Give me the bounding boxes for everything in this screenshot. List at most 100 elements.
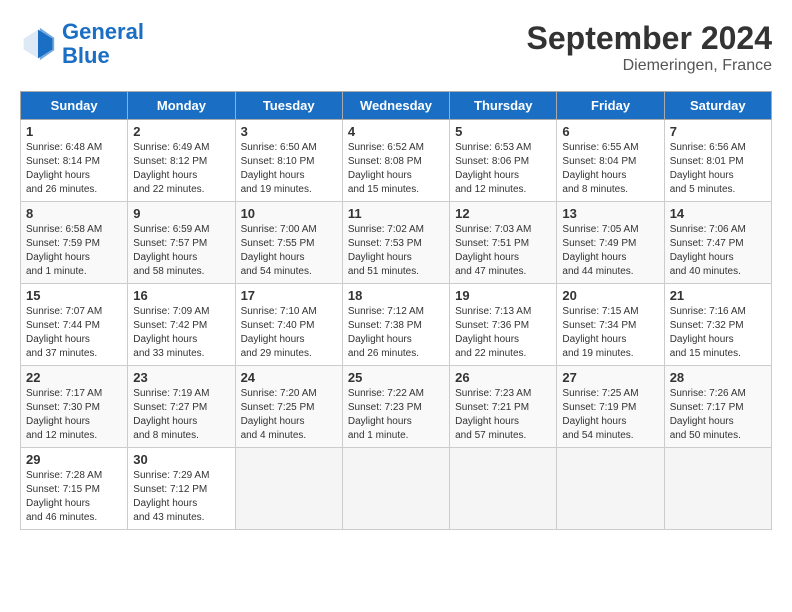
calendar-row: 29 Sunrise: 7:28 AMSunset: 7:15 PMDaylig… — [21, 448, 772, 530]
header-thursday: Thursday — [450, 92, 557, 120]
table-row: 15 Sunrise: 7:07 AMSunset: 7:44 PMDaylig… — [21, 284, 128, 366]
table-row: 21 Sunrise: 7:16 AMSunset: 7:32 PMDaylig… — [664, 284, 771, 366]
day-number: 18 — [348, 288, 444, 303]
table-row: 30 Sunrise: 7:29 AMSunset: 7:12 PMDaylig… — [128, 448, 235, 530]
table-row — [450, 448, 557, 530]
day-info: Sunrise: 7:22 AMSunset: 7:23 PMDaylight … — [348, 387, 444, 443]
table-row: 2 Sunrise: 6:49 AMSunset: 8:12 PMDayligh… — [128, 120, 235, 202]
day-info: Sunrise: 7:17 AMSunset: 7:30 PMDaylight … — [26, 387, 122, 443]
day-info: Sunrise: 7:12 AMSunset: 7:38 PMDaylight … — [348, 305, 444, 361]
day-number: 24 — [241, 370, 337, 385]
table-row: 4 Sunrise: 6:52 AMSunset: 8:08 PMDayligh… — [342, 120, 449, 202]
table-row: 19 Sunrise: 7:13 AMSunset: 7:36 PMDaylig… — [450, 284, 557, 366]
day-number: 1 — [26, 124, 122, 139]
table-row — [557, 448, 664, 530]
header-monday: Monday — [128, 92, 235, 120]
day-info: Sunrise: 6:58 AMSunset: 7:59 PMDaylight … — [26, 223, 122, 279]
table-row: 10 Sunrise: 7:00 AMSunset: 7:55 PMDaylig… — [235, 202, 342, 284]
calendar-table: Sunday Monday Tuesday Wednesday Thursday… — [20, 91, 772, 530]
day-info: Sunrise: 6:49 AMSunset: 8:12 PMDaylight … — [133, 141, 229, 197]
table-row: 29 Sunrise: 7:28 AMSunset: 7:15 PMDaylig… — [21, 448, 128, 530]
day-number: 27 — [562, 370, 658, 385]
table-row: 26 Sunrise: 7:23 AMSunset: 7:21 PMDaylig… — [450, 366, 557, 448]
table-row: 3 Sunrise: 6:50 AMSunset: 8:10 PMDayligh… — [235, 120, 342, 202]
day-number: 25 — [348, 370, 444, 385]
day-info: Sunrise: 6:56 AMSunset: 8:01 PMDaylight … — [670, 141, 766, 197]
day-info: Sunrise: 7:03 AMSunset: 7:51 PMDaylight … — [455, 223, 551, 279]
day-info: Sunrise: 7:02 AMSunset: 7:53 PMDaylight … — [348, 223, 444, 279]
table-row: 8 Sunrise: 6:58 AMSunset: 7:59 PMDayligh… — [21, 202, 128, 284]
table-row: 24 Sunrise: 7:20 AMSunset: 7:25 PMDaylig… — [235, 366, 342, 448]
day-info: Sunrise: 7:05 AMSunset: 7:49 PMDaylight … — [562, 223, 658, 279]
calendar-row: 22 Sunrise: 7:17 AMSunset: 7:30 PMDaylig… — [21, 366, 772, 448]
day-info: Sunrise: 6:53 AMSunset: 8:06 PMDaylight … — [455, 141, 551, 197]
day-info: Sunrise: 7:13 AMSunset: 7:36 PMDaylight … — [455, 305, 551, 361]
day-info: Sunrise: 7:15 AMSunset: 7:34 PMDaylight … — [562, 305, 658, 361]
day-number: 9 — [133, 206, 229, 221]
day-number: 12 — [455, 206, 551, 221]
day-number: 6 — [562, 124, 658, 139]
day-number: 28 — [670, 370, 766, 385]
table-row: 28 Sunrise: 7:26 AMSunset: 7:17 PMDaylig… — [664, 366, 771, 448]
day-info: Sunrise: 7:23 AMSunset: 7:21 PMDaylight … — [455, 387, 551, 443]
day-number: 22 — [26, 370, 122, 385]
weekday-header-row: Sunday Monday Tuesday Wednesday Thursday… — [21, 92, 772, 120]
table-row: 17 Sunrise: 7:10 AMSunset: 7:40 PMDaylig… — [235, 284, 342, 366]
day-info: Sunrise: 7:06 AMSunset: 7:47 PMDaylight … — [670, 223, 766, 279]
table-row: 14 Sunrise: 7:06 AMSunset: 7:47 PMDaylig… — [664, 202, 771, 284]
table-row — [235, 448, 342, 530]
calendar-row: 1 Sunrise: 6:48 AMSunset: 8:14 PMDayligh… — [21, 120, 772, 202]
header-wednesday: Wednesday — [342, 92, 449, 120]
day-info: Sunrise: 7:16 AMSunset: 7:32 PMDaylight … — [670, 305, 766, 361]
page-subtitle: Diemeringen, France — [527, 57, 772, 75]
day-info: Sunrise: 7:00 AMSunset: 7:55 PMDaylight … — [241, 223, 337, 279]
table-row: 16 Sunrise: 7:09 AMSunset: 7:42 PMDaylig… — [128, 284, 235, 366]
day-number: 4 — [348, 124, 444, 139]
day-info: Sunrise: 6:48 AMSunset: 8:14 PMDaylight … — [26, 141, 122, 197]
table-row: 12 Sunrise: 7:03 AMSunset: 7:51 PMDaylig… — [450, 202, 557, 284]
table-row: 11 Sunrise: 7:02 AMSunset: 7:53 PMDaylig… — [342, 202, 449, 284]
day-number: 23 — [133, 370, 229, 385]
day-info: Sunrise: 7:19 AMSunset: 7:27 PMDaylight … — [133, 387, 229, 443]
day-info: Sunrise: 6:50 AMSunset: 8:10 PMDaylight … — [241, 141, 337, 197]
day-info: Sunrise: 7:25 AMSunset: 7:19 PMDaylight … — [562, 387, 658, 443]
table-row: 6 Sunrise: 6:55 AMSunset: 8:04 PMDayligh… — [557, 120, 664, 202]
day-number: 3 — [241, 124, 337, 139]
day-number: 19 — [455, 288, 551, 303]
day-info: Sunrise: 7:28 AMSunset: 7:15 PMDaylight … — [26, 469, 122, 525]
day-info: Sunrise: 6:59 AMSunset: 7:57 PMDaylight … — [133, 223, 229, 279]
day-number: 2 — [133, 124, 229, 139]
table-row: 25 Sunrise: 7:22 AMSunset: 7:23 PMDaylig… — [342, 366, 449, 448]
logo-general: General — [62, 19, 144, 44]
table-row: 7 Sunrise: 6:56 AMSunset: 8:01 PMDayligh… — [664, 120, 771, 202]
day-number: 15 — [26, 288, 122, 303]
calendar-row: 8 Sunrise: 6:58 AMSunset: 7:59 PMDayligh… — [21, 202, 772, 284]
calendar-row: 15 Sunrise: 7:07 AMSunset: 7:44 PMDaylig… — [21, 284, 772, 366]
table-row — [664, 448, 771, 530]
day-info: Sunrise: 7:07 AMSunset: 7:44 PMDaylight … — [26, 305, 122, 361]
table-row: 27 Sunrise: 7:25 AMSunset: 7:19 PMDaylig… — [557, 366, 664, 448]
table-row: 22 Sunrise: 7:17 AMSunset: 7:30 PMDaylig… — [21, 366, 128, 448]
table-row: 23 Sunrise: 7:19 AMSunset: 7:27 PMDaylig… — [128, 366, 235, 448]
day-info: Sunrise: 6:52 AMSunset: 8:08 PMDaylight … — [348, 141, 444, 197]
day-info: Sunrise: 7:26 AMSunset: 7:17 PMDaylight … — [670, 387, 766, 443]
logo-icon — [20, 26, 56, 62]
day-number: 7 — [670, 124, 766, 139]
day-number: 29 — [26, 452, 122, 467]
table-row: 20 Sunrise: 7:15 AMSunset: 7:34 PMDaylig… — [557, 284, 664, 366]
day-info: Sunrise: 7:29 AMSunset: 7:12 PMDaylight … — [133, 469, 229, 525]
table-row: 1 Sunrise: 6:48 AMSunset: 8:14 PMDayligh… — [21, 120, 128, 202]
day-number: 21 — [670, 288, 766, 303]
table-row: 9 Sunrise: 6:59 AMSunset: 7:57 PMDayligh… — [128, 202, 235, 284]
logo: General Blue — [20, 20, 144, 68]
day-info: Sunrise: 7:20 AMSunset: 7:25 PMDaylight … — [241, 387, 337, 443]
table-row: 13 Sunrise: 7:05 AMSunset: 7:49 PMDaylig… — [557, 202, 664, 284]
day-number: 26 — [455, 370, 551, 385]
header-friday: Friday — [557, 92, 664, 120]
day-number: 13 — [562, 206, 658, 221]
table-row — [342, 448, 449, 530]
day-info: Sunrise: 7:10 AMSunset: 7:40 PMDaylight … — [241, 305, 337, 361]
header-sunday: Sunday — [21, 92, 128, 120]
logo-blue: Blue — [62, 44, 144, 68]
day-number: 11 — [348, 206, 444, 221]
